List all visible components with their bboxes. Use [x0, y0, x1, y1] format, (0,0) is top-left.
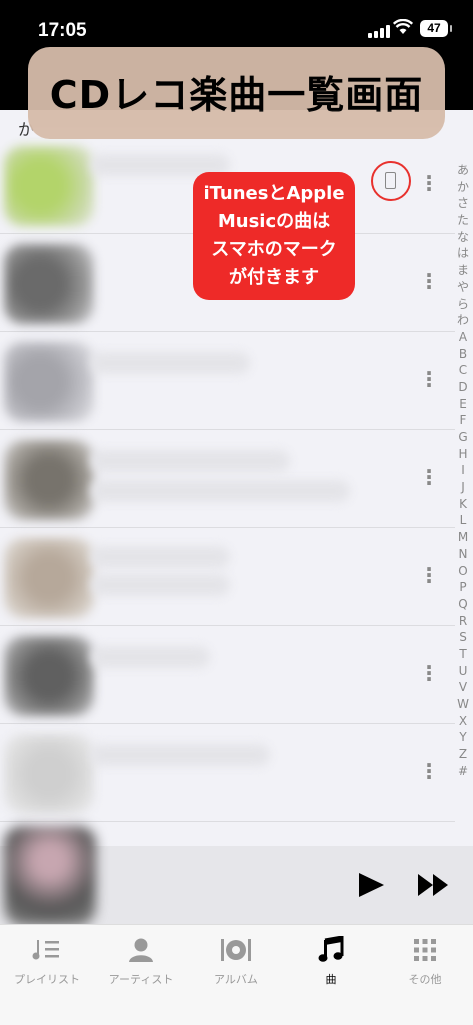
index-letter[interactable]: I	[454, 462, 472, 479]
music-note-icon	[318, 936, 344, 962]
index-letter[interactable]: E	[454, 396, 472, 413]
index-letter[interactable]: M	[454, 529, 472, 546]
more-options-icon[interactable]: · · ·	[425, 559, 433, 591]
callout-line-1: iTunesとApple	[203, 183, 345, 204]
album-artwork	[4, 734, 94, 814]
tab-label: その他	[408, 973, 442, 986]
artist-icon	[129, 938, 153, 962]
song-row[interactable]: · · ·	[0, 332, 455, 430]
tab-artist[interactable]: アーティスト	[94, 935, 188, 987]
index-letter[interactable]: な	[454, 229, 472, 246]
index-letter[interactable]: Q	[454, 596, 472, 613]
more-options-icon[interactable]: · · ·	[425, 755, 433, 787]
album-artwork	[4, 538, 94, 618]
now-playing-artwork	[4, 826, 96, 926]
album-artwork	[4, 146, 94, 226]
index-letter[interactable]: V	[454, 679, 472, 696]
song-row[interactable]: · · ·	[0, 724, 455, 822]
index-letter[interactable]: N	[454, 546, 472, 563]
index-letter[interactable]: R	[454, 613, 472, 630]
album-artwork	[4, 636, 94, 716]
more-options-icon[interactable]: · · ·	[425, 657, 433, 689]
tab-label: プレイリスト	[14, 973, 80, 986]
album-artwork	[4, 440, 94, 520]
index-letter[interactable]: L	[454, 512, 472, 529]
index-letter[interactable]: A	[454, 329, 472, 346]
more-options-icon[interactable]: · · ·	[425, 167, 433, 199]
tab-playlist[interactable]: プレイリスト	[0, 935, 94, 987]
mini-player[interactable]	[0, 826, 473, 926]
index-letter[interactable]: H	[454, 446, 472, 463]
playlist-icon	[32, 940, 59, 960]
index-letter[interactable]: O	[454, 563, 472, 580]
album-artwork	[4, 342, 94, 422]
song-row[interactable]: · · ·	[0, 430, 455, 528]
index-letter[interactable]: わ	[454, 312, 472, 329]
index-letter[interactable]: J	[454, 479, 472, 496]
page-title-banner: CDレコ楽曲一覧画面	[28, 47, 445, 139]
index-letter[interactable]: P	[454, 579, 472, 596]
tab-label: アーティスト	[108, 973, 174, 986]
index-letter[interactable]: や	[454, 279, 472, 296]
album-artwork	[4, 244, 94, 324]
index-letter[interactable]: ま	[454, 262, 472, 279]
tab-label: 曲	[325, 973, 337, 986]
more-options-icon[interactable]: · · ·	[425, 363, 433, 395]
tab-more[interactable]: その他	[378, 935, 472, 987]
tab-label: アルバム	[214, 973, 258, 986]
index-letter[interactable]: か	[454, 179, 472, 196]
index-letter[interactable]: さ	[454, 195, 472, 212]
index-letter[interactable]: ら	[454, 296, 472, 313]
battery-icon: 47	[420, 20, 452, 37]
callout-line-3: スマホのマーク	[211, 239, 337, 260]
alphabet-index[interactable]: あかさたなはまやらわ A B C D E F G H I J K L M N O P Q R S T U V W X Y Z #	[454, 162, 472, 779]
index-letter[interactable]: F	[454, 412, 472, 429]
index-letter[interactable]: は	[454, 245, 472, 262]
album-icon	[221, 939, 251, 961]
fast-forward-button[interactable]	[418, 874, 448, 896]
index-letter[interactable]: S	[454, 629, 472, 646]
index-letter[interactable]: た	[454, 212, 472, 229]
more-options-icon[interactable]: · · ·	[425, 265, 433, 297]
index-letter[interactable]: G	[454, 429, 472, 446]
index-letter[interactable]: #	[454, 763, 472, 780]
tab-bar: プレイリスト アーティスト アルバム 曲 その他	[0, 924, 473, 1025]
callout-line-2: Musicの曲は	[217, 211, 331, 232]
callout-annotation: iTunesとApple Musicの曲は スマホのマーク が付きます	[193, 172, 355, 300]
index-letter[interactable]: K	[454, 496, 472, 513]
callout-line-4: が付きます	[229, 267, 319, 288]
more-options-icon[interactable]: · · ·	[425, 461, 433, 493]
status-time: 17:05	[38, 20, 87, 41]
highlight-circle	[371, 161, 411, 201]
index-letter[interactable]: D	[454, 379, 472, 396]
index-letter[interactable]: Z	[454, 746, 472, 763]
index-letter[interactable]: あ	[454, 162, 472, 179]
wifi-icon	[393, 19, 413, 34]
index-letter[interactable]: Y	[454, 729, 472, 746]
song-row[interactable]: · · ·	[0, 528, 455, 626]
index-letter[interactable]: B	[454, 346, 472, 363]
tab-songs[interactable]: 曲	[284, 935, 378, 987]
cellular-signal-icon	[368, 25, 390, 38]
index-letter[interactable]: U	[454, 663, 472, 680]
index-letter[interactable]: W	[454, 696, 472, 713]
index-letter[interactable]: C	[454, 362, 472, 379]
song-row[interactable]: · · ·	[0, 626, 455, 724]
index-letter[interactable]: T	[454, 646, 472, 663]
play-button[interactable]	[359, 873, 384, 897]
grid-icon	[414, 939, 436, 961]
index-letter[interactable]: X	[454, 713, 472, 730]
tab-album[interactable]: アルバム	[189, 935, 283, 987]
